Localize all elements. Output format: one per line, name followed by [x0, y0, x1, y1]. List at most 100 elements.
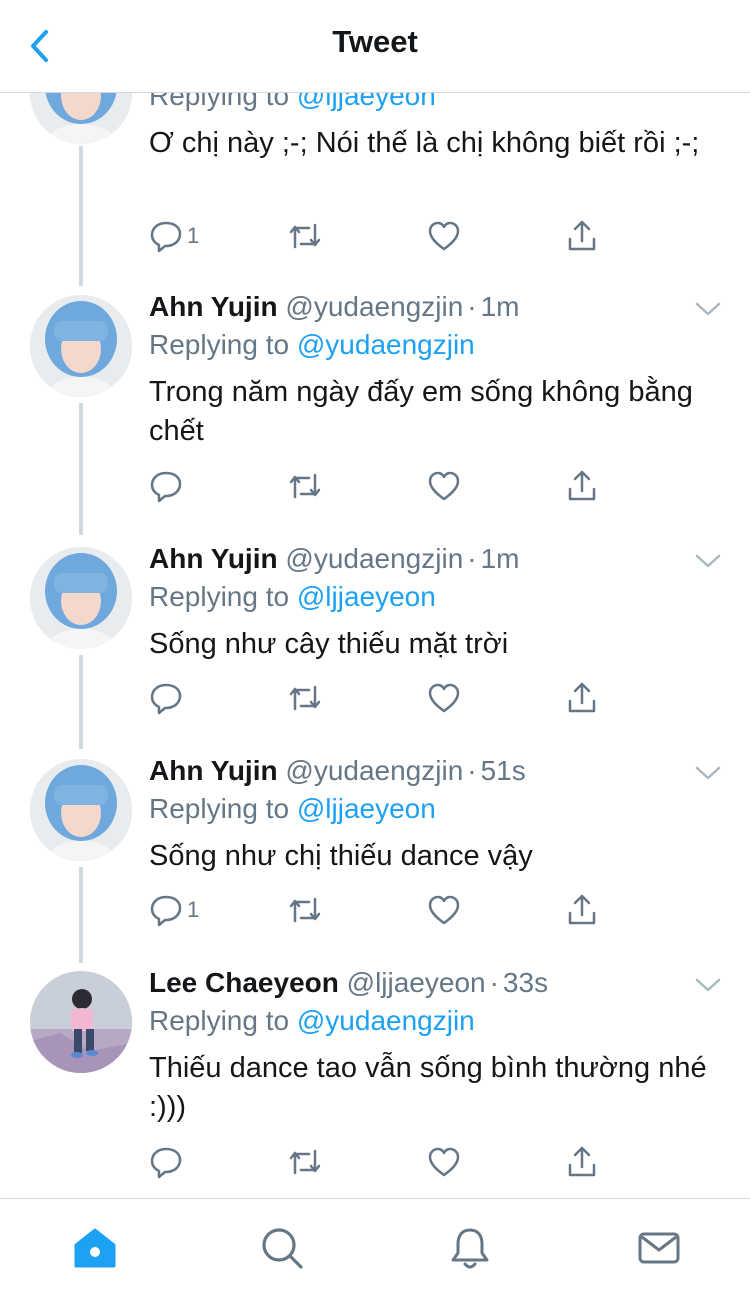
avatar[interactable]	[30, 759, 132, 861]
tweet-text: Trong năm ngày đấy em sống không bằng ch…	[149, 376, 693, 447]
retweet-icon	[289, 223, 321, 249]
like-button[interactable]	[427, 216, 461, 256]
tweet-text: Thiếu dance tao vẫn sống bình thường nhé…	[149, 1052, 707, 1123]
tab-search[interactable]	[259, 1225, 305, 1271]
tweet-item[interactable]: Ahn Yujin @yudaengzjin · 1m Replying to @l…	[0, 543, 750, 749]
display-name[interactable]: Ahn Yujin	[149, 755, 278, 786]
share-button[interactable]	[565, 678, 599, 718]
user-handle[interactable]: @yudaengzjin	[285, 291, 463, 322]
display-name[interactable]: Lee Chaeyeon	[149, 967, 339, 998]
replying-to: Replying to @ljjaeyeon	[149, 581, 436, 612]
reply-handle-link[interactable]: @yudaengzjin	[297, 1005, 475, 1036]
bell-icon	[451, 1228, 489, 1269]
reply-icon	[150, 895, 182, 927]
tweet-menu-button[interactable]	[694, 763, 722, 783]
tweet-menu-button[interactable]	[694, 975, 722, 995]
chevron-down-icon	[695, 554, 721, 568]
bottom-tab-bar	[0, 1198, 750, 1298]
tweet-actions	[149, 466, 629, 506]
share-button[interactable]	[565, 216, 599, 256]
heart-icon	[428, 471, 460, 501]
share-icon	[568, 220, 596, 251]
user-handle[interactable]: @yudaengzjin	[285, 755, 463, 786]
reply-handle-link[interactable]: @ljjaeyeon	[297, 793, 436, 824]
retweet-icon	[289, 685, 321, 711]
share-button[interactable]	[565, 890, 599, 930]
share-button[interactable]	[565, 466, 599, 506]
mail-icon	[638, 1232, 680, 1264]
retweet-icon	[289, 897, 321, 923]
like-button[interactable]	[427, 678, 461, 718]
retweet-button[interactable]	[287, 678, 323, 718]
avatar[interactable]	[30, 971, 132, 1073]
thread-connector	[79, 867, 83, 963]
chevron-down-icon	[695, 302, 721, 316]
tweet-header: Ahn Yujin @yudaengzjin · 51s	[149, 755, 526, 789]
user-handle[interactable]: @ljjaeyeon	[347, 967, 486, 998]
tweet-actions	[149, 1142, 629, 1182]
timestamp: 1m	[480, 543, 520, 574]
reply-button[interactable]: 1	[149, 216, 199, 256]
replying-to: Replying to @yudaengzjin	[149, 1005, 475, 1036]
tweet-thread[interactable]: Replying to @ljjaeyeon Ơ chị này ;-; Nói…	[0, 93, 750, 1198]
avatar[interactable]	[30, 93, 132, 144]
avatar[interactable]	[30, 547, 132, 649]
reply-icon	[150, 471, 182, 503]
reply-icon	[150, 1147, 182, 1179]
avatar[interactable]	[30, 295, 132, 397]
tab-messages[interactable]	[636, 1225, 682, 1271]
retweet-button[interactable]	[287, 466, 323, 506]
separator-dot: ·	[467, 543, 477, 574]
heart-icon	[428, 221, 460, 251]
share-icon	[568, 1146, 596, 1177]
thread-connector	[79, 146, 83, 286]
reply-button[interactable]	[149, 678, 187, 718]
tweet-item[interactable]: Ahn Yujin @yudaengzjin · 51s Replying to @…	[0, 755, 750, 963]
thread-connector	[79, 655, 83, 749]
separator-dot: ·	[467, 291, 477, 322]
separator-dot: ·	[489, 967, 499, 998]
tweet-item[interactable]: Ahn Yujin @yudaengzjin · 1m Replying to @y…	[0, 291, 750, 535]
tweet-text: Sống như chị thiếu dance vậy	[149, 840, 533, 872]
replying-to: Replying to @yudaengzjin	[149, 329, 475, 360]
retweet-icon	[289, 473, 321, 499]
retweet-button[interactable]	[287, 1142, 323, 1182]
reply-button[interactable]	[149, 1142, 187, 1182]
tweet-actions	[149, 678, 629, 718]
tab-notifications[interactable]	[447, 1225, 493, 1271]
tweet-item[interactable]: Lee Chaeyeon @ljjaeyeon · 33s Replying to …	[0, 967, 750, 1198]
reply-button[interactable]	[149, 466, 187, 506]
share-icon	[568, 470, 596, 501]
share-icon	[568, 682, 596, 713]
reply-handle-link[interactable]: @ljjaeyeon	[297, 581, 436, 612]
tweet-header: Ahn Yujin @yudaengzjin · 1m	[149, 543, 520, 577]
page-title: Tweet	[332, 24, 418, 59]
like-button[interactable]	[427, 1142, 461, 1182]
reply-button[interactable]: 1	[149, 890, 199, 930]
separator-dot: ·	[467, 755, 477, 786]
tweet-item[interactable]: Replying to @ljjaeyeon Ơ chị này ;-; Nói…	[0, 93, 750, 286]
thread-connector	[79, 403, 83, 535]
heart-icon	[428, 1147, 460, 1177]
user-handle[interactable]: @yudaengzjin	[285, 543, 463, 574]
timestamp: 1m	[480, 291, 520, 322]
reply-count: 1	[187, 897, 200, 922]
tweet-header: Lee Chaeyeon @ljjaeyeon · 33s	[149, 967, 548, 1001]
retweet-button[interactable]	[287, 890, 323, 930]
reply-handle-link[interactable]: @yudaengzjin	[297, 329, 475, 360]
tab-home[interactable]	[72, 1225, 118, 1271]
tweet-text: Ơ chị này ;-; Nói thế là chị không biết …	[149, 127, 700, 159]
tweet-menu-button[interactable]	[694, 299, 722, 319]
like-button[interactable]	[427, 466, 461, 506]
reply-count: 1	[187, 223, 200, 248]
tweet-actions: 1	[149, 890, 629, 930]
reply-handle-link[interactable]: @ljjaeyeon	[297, 93, 436, 111]
display-name[interactable]: Ahn Yujin	[149, 291, 278, 322]
display-name[interactable]: Ahn Yujin	[149, 543, 278, 574]
timestamp: 51s	[480, 755, 526, 786]
like-button[interactable]	[427, 890, 461, 930]
retweet-button[interactable]	[287, 216, 323, 256]
tweet-menu-button[interactable]	[694, 551, 722, 571]
share-button[interactable]	[565, 1142, 599, 1182]
tweet-actions: 1	[149, 216, 629, 256]
